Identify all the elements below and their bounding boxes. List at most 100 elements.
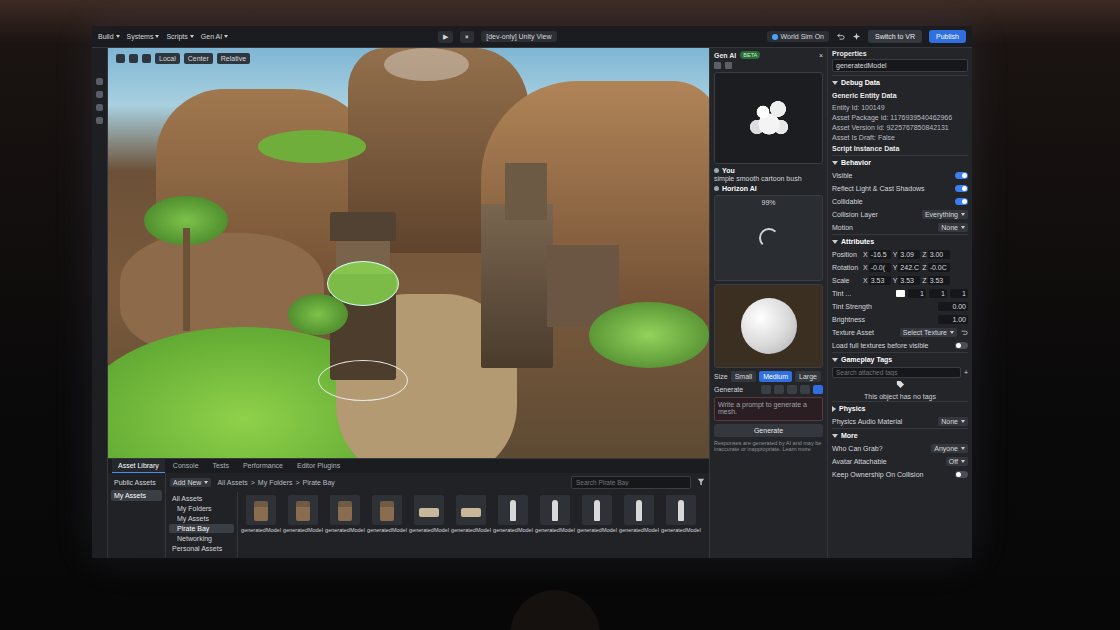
generate-type-icon[interactable] xyxy=(761,385,771,394)
asset-tile[interactable]: generatedModel xyxy=(619,495,659,555)
property-dropdown[interactable]: Physics Audio MaterialNone xyxy=(832,415,968,428)
property-vector[interactable]: PositionX-16.5Y3.09Z3.00 xyxy=(832,248,968,261)
add-tag-button[interactable]: + xyxy=(964,369,968,376)
dropdown[interactable]: Everything xyxy=(922,210,968,219)
tool-icon[interactable] xyxy=(96,78,103,85)
menu-button[interactable]: Systems xyxy=(127,33,160,40)
property-vector[interactable]: ScaleX3.53Y3.53Z3.53 xyxy=(832,274,968,287)
ai-icon[interactable] xyxy=(852,32,861,42)
generate-type-icon[interactable] xyxy=(774,385,784,394)
transform-tool-icon[interactable] xyxy=(129,54,138,63)
axis-value[interactable]: -0.0( xyxy=(869,263,891,272)
viewport-option[interactable]: Center xyxy=(184,53,213,64)
pause-button[interactable]: ⏸ xyxy=(460,31,474,43)
undo-icon[interactable] xyxy=(836,32,845,42)
axis-value[interactable]: -16.5 xyxy=(869,250,891,259)
toggle-switch[interactable] xyxy=(955,185,968,192)
tint-value[interactable]: 1 xyxy=(929,289,947,298)
edit-icon[interactable] xyxy=(725,62,732,69)
toggle-switch[interactable] xyxy=(955,471,968,478)
generate-button[interactable]: Generate xyxy=(714,424,823,437)
bottom-tab[interactable]: Console xyxy=(167,459,205,473)
tint-value[interactable]: 1 xyxy=(950,289,968,298)
axis-field[interactable]: Y242.C xyxy=(893,263,921,272)
property-section[interactable]: Physics xyxy=(832,401,968,415)
folder-item[interactable]: Personal Assets xyxy=(169,544,234,553)
publish-button[interactable]: Publish xyxy=(929,30,966,43)
folder-item[interactable]: All Assets xyxy=(169,494,234,503)
property-dropdown[interactable]: Texture AssetSelect Texture xyxy=(832,326,968,339)
toggle-switch[interactable] xyxy=(955,172,968,179)
tool-icon[interactable] xyxy=(96,91,103,98)
breadcrumb-item[interactable]: > xyxy=(295,479,299,486)
axis-field[interactable]: X3.53 xyxy=(863,276,891,285)
bottom-tab[interactable]: Tests xyxy=(207,459,235,473)
viewport-option[interactable]: Local xyxy=(155,53,180,64)
folder-item[interactable]: My Folders xyxy=(169,504,234,513)
property-toggle[interactable]: Visible xyxy=(832,169,968,182)
property-section[interactable]: Gameplay Tags xyxy=(832,352,968,366)
breadcrumb-item[interactable]: > xyxy=(251,479,255,486)
filter-icon[interactable] xyxy=(697,478,705,487)
tint-value[interactable]: 1 xyxy=(908,289,926,298)
asset-tile[interactable]: generatedModel xyxy=(409,495,449,555)
axis-value[interactable]: 3.09 xyxy=(898,250,920,259)
menu-button[interactable]: Gen AI xyxy=(201,33,228,40)
generate-type-icon[interactable] xyxy=(813,385,823,394)
color-swatch[interactable] xyxy=(896,290,905,297)
asset-tile[interactable]: generatedModel xyxy=(241,495,281,555)
property-section[interactable]: Behavior xyxy=(832,155,968,169)
property-dropdown[interactable]: Who Can Grab?Anyone xyxy=(832,442,968,455)
property-section[interactable]: Debug Data xyxy=(832,75,968,89)
bottom-tab[interactable]: Performance xyxy=(237,459,289,473)
toggle-switch[interactable] xyxy=(955,342,968,349)
property-search[interactable]: + xyxy=(832,366,968,379)
add-new-button[interactable]: Add New xyxy=(170,478,211,487)
breadcrumb-item[interactable]: Pirate Bay xyxy=(303,479,335,486)
axis-field[interactable]: Y3.09 xyxy=(893,250,921,259)
property-toggle[interactable]: Collidable xyxy=(832,195,968,208)
prompt-field[interactable]: Write a prompt to generate a mesh. xyxy=(714,397,823,421)
dropdown[interactable]: None xyxy=(938,417,968,426)
asset-tile[interactable]: generatedModel xyxy=(535,495,575,555)
generate-type-icon[interactable] xyxy=(787,385,797,394)
property-value[interactable]: Tint Strength0.00 xyxy=(832,300,968,313)
asset-source[interactable]: My Assets xyxy=(111,490,162,501)
property-section[interactable]: Attributes xyxy=(832,234,968,248)
menu-button[interactable]: Build xyxy=(98,33,120,40)
tool-icon[interactable] xyxy=(96,117,103,124)
property-vector[interactable]: RotationX-0.0(Y242.CZ-0.0C xyxy=(832,261,968,274)
axis-field[interactable]: Z3.00 xyxy=(922,250,949,259)
folder-item[interactable]: Networking xyxy=(169,534,234,543)
viewport-option[interactable]: Relative xyxy=(217,53,250,64)
view-label[interactable]: [dev-only] Unity View xyxy=(481,31,556,42)
dropdown[interactable]: Off xyxy=(946,457,968,466)
size-button[interactable]: Medium xyxy=(759,371,792,382)
asset-tile[interactable]: generatedModel xyxy=(493,495,533,555)
asset-tile[interactable]: generatedModel xyxy=(325,495,365,555)
property-value[interactable]: Brightness1.00 xyxy=(832,313,968,326)
switch-vr-button[interactable]: Switch to VR xyxy=(868,30,922,43)
asset-tile[interactable]: generatedModel xyxy=(451,495,491,555)
history-icon[interactable] xyxy=(714,62,721,69)
axis-field[interactable]: X-16.5 xyxy=(863,250,891,259)
axis-value[interactable]: -0.0C xyxy=(928,263,950,272)
asset-tile[interactable]: generatedModel xyxy=(661,495,701,555)
property-dropdown[interactable]: Collision LayerEverything xyxy=(832,208,968,221)
folder-item[interactable]: My Assets xyxy=(169,514,234,523)
transform-tool-icon[interactable] xyxy=(142,54,151,63)
folder-item[interactable]: Pirate Bay xyxy=(169,524,234,533)
breadcrumb-item[interactable]: My Folders xyxy=(258,479,293,486)
property-tint[interactable]: Tint ...111 xyxy=(832,287,968,300)
dropdown[interactable]: None xyxy=(938,223,968,232)
scene-viewport[interactable]: Local Center Relative xyxy=(108,48,709,458)
property-dropdown[interactable]: Avatar AttachableOff xyxy=(832,455,968,468)
number-field[interactable]: 0.00 xyxy=(938,302,968,311)
property-section[interactable]: More xyxy=(832,428,968,442)
dropdown[interactable]: Select Texture xyxy=(900,328,957,337)
toggle-switch[interactable] xyxy=(955,198,968,205)
property-toggle[interactable]: Reflect Light & Cast Shadows xyxy=(832,182,968,195)
asset-tile[interactable]: generatedModel xyxy=(577,495,617,555)
world-sim-toggle[interactable]: World Sim On xyxy=(767,31,829,42)
asset-tile[interactable]: generatedModel xyxy=(283,495,323,555)
